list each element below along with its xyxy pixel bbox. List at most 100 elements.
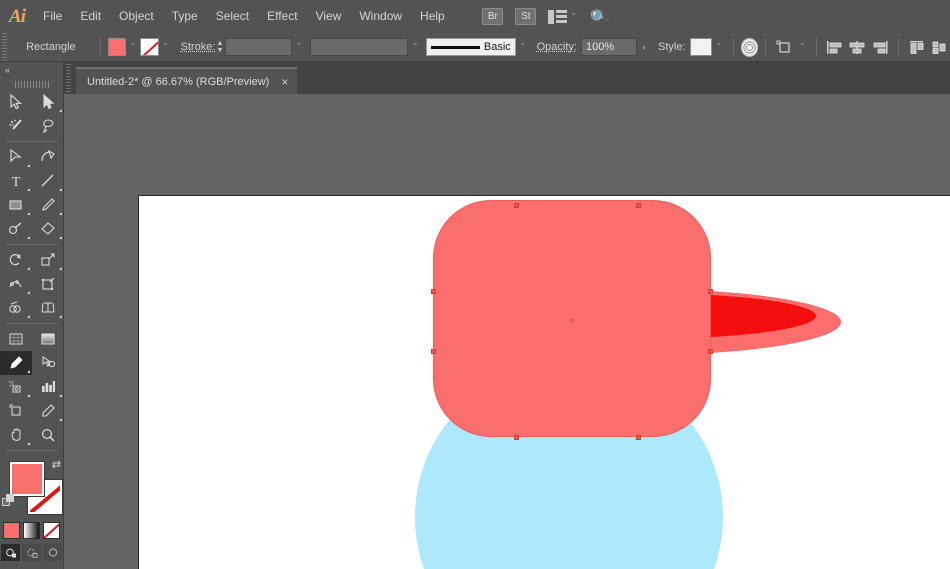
mesh-tool[interactable] (0, 327, 32, 351)
transform-chevron-down-icon[interactable]: ˇ (795, 38, 809, 56)
slice-tool[interactable] (32, 399, 64, 423)
scale-tool[interactable] (32, 248, 64, 272)
tools-panel-grip[interactable] (13, 78, 50, 90)
app-logo-icon: Ai (9, 5, 26, 27)
anchor-point[interactable] (514, 435, 519, 440)
shape-builder-tool[interactable] (0, 296, 32, 320)
magic-wand-tool[interactable] (0, 114, 32, 138)
anchor-point[interactable] (514, 203, 519, 208)
width-tool[interactable] (0, 272, 32, 296)
blend-tool[interactable] (32, 351, 64, 375)
align-right-icon[interactable] (869, 37, 891, 57)
zoom-tool[interactable] (32, 423, 64, 447)
type-tool[interactable]: T (0, 169, 32, 193)
hand-tool[interactable] (0, 423, 32, 447)
direct-selection-tool[interactable] (32, 90, 64, 114)
align-left-icon[interactable] (824, 37, 846, 57)
color-button[interactable] (3, 522, 20, 539)
opacity-label[interactable]: Opacity: (537, 41, 577, 53)
column-graph-tool[interactable] (32, 375, 64, 399)
fill-color-swatch[interactable] (107, 38, 127, 56)
menu-item-object[interactable]: Object (110, 0, 163, 33)
stroke-weight-input[interactable] (224, 38, 292, 56)
style-chevron-down-icon[interactable]: ˇ (712, 38, 726, 56)
graphic-style-swatch[interactable] (689, 38, 712, 56)
draw-behind-button[interactable] (22, 544, 41, 561)
stroke-color-swatch[interactable] (140, 38, 159, 56)
fill-stroke-indicator: ⇄ (0, 458, 64, 520)
document-tab[interactable]: Untitled-2* @ 66.67% (RGB/Preview) × (76, 67, 298, 94)
divider (765, 38, 767, 56)
shaper-tool[interactable] (0, 217, 32, 241)
anchor-point[interactable] (431, 289, 436, 294)
menu-item-help[interactable]: Help (411, 0, 454, 33)
selection-tool[interactable] (0, 90, 32, 114)
perspective-grid-tool[interactable] (32, 296, 64, 320)
close-icon[interactable]: × (281, 75, 288, 89)
brush-chevron-down-icon[interactable]: ˇ (516, 38, 530, 56)
rotate-tool[interactable] (0, 248, 32, 272)
distribute-vertical-top-icon[interactable] (906, 37, 928, 57)
menu-item-view[interactable]: View (307, 0, 351, 33)
draw-inside-button[interactable] (43, 544, 62, 561)
brush-definition-select[interactable]: Basic (426, 38, 516, 56)
tools-panel: « T ⇄ (0, 62, 64, 569)
pen-tool[interactable] (0, 145, 32, 169)
none-button[interactable] (43, 522, 60, 539)
opacity-input[interactable]: 100% (580, 38, 638, 56)
fill-chevron-down-icon[interactable]: ˇ (126, 38, 140, 56)
stroke-weight-stepper[interactable]: ▲ ▼ (215, 38, 224, 56)
search-help-icon[interactable]: 🔍 (589, 5, 612, 28)
default-fill-stroke-icon[interactable] (2, 494, 15, 507)
lasso-tool[interactable] (32, 114, 64, 138)
distribute-horizontal-center-icon[interactable] (928, 37, 950, 57)
stroke-weight-chevron-down-icon[interactable]: ˇ (292, 38, 306, 56)
gradient-tool[interactable] (32, 327, 64, 351)
control-bar-grip[interactable] (0, 32, 9, 62)
fill-swatch[interactable] (9, 461, 45, 497)
workspace-switcher[interactable]: ˇ (548, 9, 575, 24)
divider (816, 38, 818, 56)
color-mode-buttons (0, 522, 63, 539)
tab-bar-grip[interactable] (64, 62, 72, 94)
menu-item-type[interactable]: Type (163, 0, 207, 33)
collapse-panel-icon[interactable]: « (0, 62, 63, 78)
menu-item-effect[interactable]: Effect (258, 0, 306, 33)
anchor-point[interactable] (431, 349, 436, 354)
variable-width-profile-input[interactable] (309, 38, 409, 56)
stroke-chevron-down-icon[interactable]: ˇ (159, 38, 173, 56)
document-tab-bar: Untitled-2* @ 66.67% (RGB/Preview) × (0, 62, 950, 94)
opacity-expand-icon[interactable]: › (637, 38, 651, 56)
anchor-point[interactable] (636, 435, 641, 440)
menu-item-file[interactable]: File (34, 0, 71, 33)
gradient-button[interactable] (23, 522, 40, 539)
free-transform-tool[interactable] (32, 272, 64, 296)
rectangle-tool[interactable] (0, 193, 32, 217)
canvas-area[interactable] (64, 94, 950, 569)
paintbrush-tool[interactable] (32, 193, 64, 217)
artboard[interactable] (138, 195, 950, 569)
anchor-point[interactable] (636, 203, 641, 208)
symbol-sprayer-tool[interactable] (0, 375, 32, 399)
eraser-tool[interactable] (32, 217, 64, 241)
bridge-button[interactable]: Br (482, 8, 504, 25)
menu-item-window[interactable]: Window (350, 0, 411, 33)
line-segment-tool[interactable] (32, 169, 64, 193)
flyout-indicator-icon (59, 109, 62, 112)
transform-object-icon[interactable] (773, 37, 795, 57)
stroke-weight-label[interactable]: Stroke: (181, 41, 216, 53)
anchor-point[interactable] (708, 289, 713, 294)
artboard-tool[interactable] (0, 399, 32, 423)
anchor-point[interactable] (708, 349, 713, 354)
stock-button[interactable]: St (515, 8, 537, 25)
align-horizontal-center-icon[interactable] (846, 37, 868, 57)
swap-fill-stroke-icon[interactable]: ⇄ (52, 458, 61, 471)
curvature-tool[interactable] (32, 145, 64, 169)
graphic-styles-icon[interactable] (740, 37, 759, 57)
draw-normal-button[interactable] (1, 544, 20, 561)
eyedropper-tool[interactable] (0, 351, 32, 375)
menu-item-select[interactable]: Select (207, 0, 258, 33)
illustrator-window: Ai File Edit Object Type Select Effect V… (0, 0, 950, 569)
variable-width-chevron-down-icon[interactable]: ˇ (408, 38, 422, 56)
menu-item-edit[interactable]: Edit (71, 0, 110, 33)
